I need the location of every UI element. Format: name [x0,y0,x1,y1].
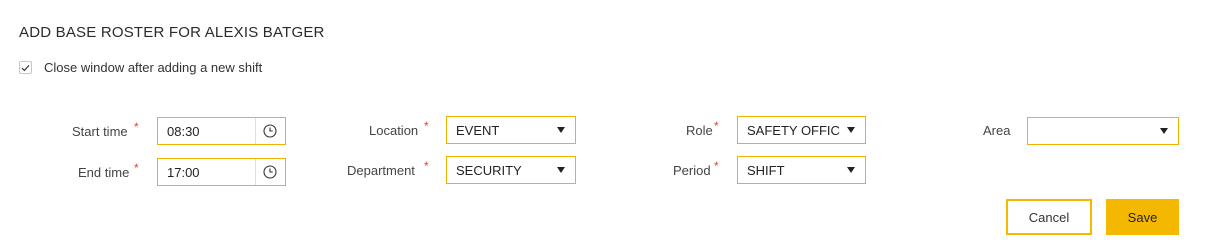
required-mark: * [714,159,719,173]
required-mark: * [134,161,139,175]
department-value: SECURITY [456,163,522,178]
checkmark-icon [21,64,30,71]
role-select[interactable]: SAFETY OFFIC [737,116,866,144]
area-label: Area [983,123,1010,138]
location-select[interactable]: EVENT [446,116,576,144]
department-label-text: Department [347,163,415,178]
location-label-text: Location [369,123,419,138]
close-window-checkbox[interactable] [19,61,32,74]
area-label-text: Area [983,123,1011,138]
period-value: SHIFT [747,163,785,178]
end-time-input[interactable]: 17:00 [157,158,286,186]
dialog-title: ADD BASE ROSTER FOR ALEXIS BATGER [19,24,325,41]
caret-down-icon [1160,128,1168,134]
end-time-value: 17:00 [167,165,200,180]
input-divider [255,118,256,144]
end-time-label-text: End time [78,165,130,180]
clock-icon[interactable] [263,165,277,179]
clock-icon[interactable] [263,124,277,138]
caret-down-icon [847,167,855,173]
close-window-checkbox-row[interactable]: Close window after adding a new shift [19,60,262,75]
department-select[interactable]: SECURITY [446,156,576,184]
location-value: EVENT [456,123,500,138]
caret-down-icon [557,167,565,173]
close-window-checkbox-label: Close window after adding a new shift [44,60,263,75]
start-time-value: 08:30 [167,124,200,139]
period-label: Period * [673,159,719,178]
start-time-input[interactable]: 08:30 [157,117,286,145]
role-label-text: Role [686,123,713,138]
location-label: Location * [369,119,429,138]
role-value: SAFETY OFFIC [747,123,840,138]
department-label: Department * [347,159,429,178]
required-mark: * [424,159,429,173]
caret-down-icon [557,127,565,133]
period-label-text: Period [673,163,711,178]
start-time-label: Start time * [72,120,139,139]
end-time-label: End time * [78,161,139,180]
area-select[interactable] [1027,117,1179,145]
required-mark: * [134,120,139,134]
cancel-button[interactable]: Cancel [1006,199,1092,235]
start-time-label-text: Start time [72,124,128,139]
period-select[interactable]: SHIFT [737,156,866,184]
save-button[interactable]: Save [1106,199,1179,235]
input-divider [255,159,256,185]
required-mark: * [424,119,429,133]
caret-down-icon [847,127,855,133]
required-mark: * [714,119,719,133]
role-label: Role * [686,119,719,138]
